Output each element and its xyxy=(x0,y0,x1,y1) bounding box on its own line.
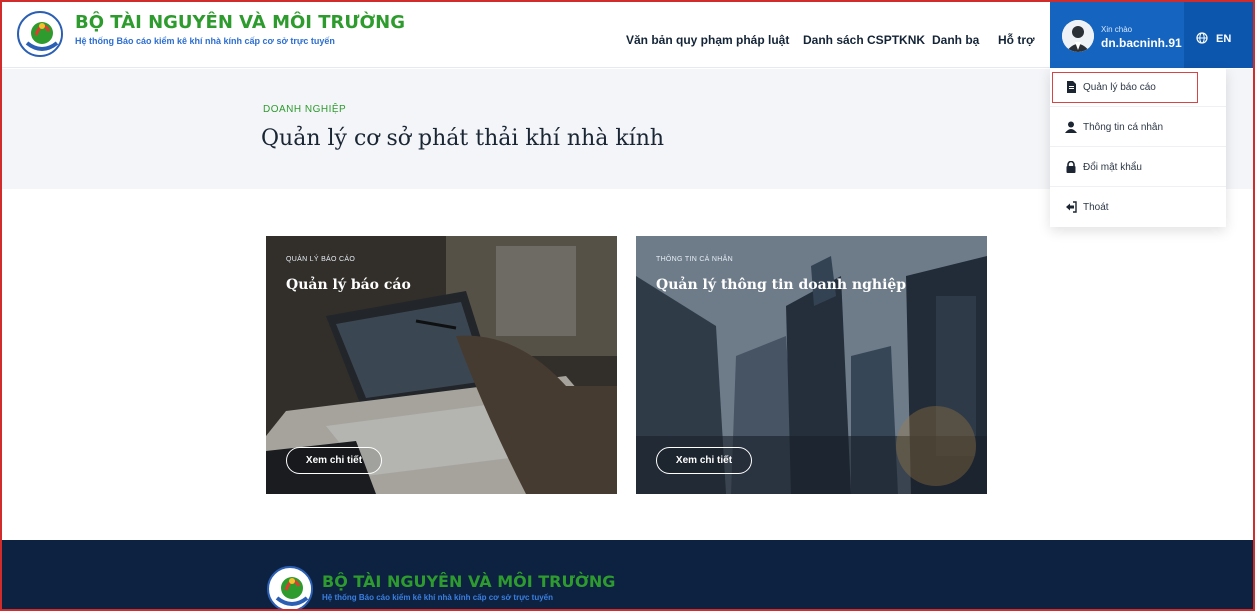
menu-item-label: Quản lý báo cáo xyxy=(1083,82,1156,93)
menu-item-label: Thoát xyxy=(1083,202,1109,213)
brand-title: BỘ TÀI NGUYÊN VÀ MÔI TRƯỜNG xyxy=(75,12,406,33)
card-kicker: QUẢN LÝ BÁO CÁO xyxy=(286,256,356,263)
menu-item-change-password[interactable]: Đổi mật khẩu xyxy=(1050,148,1226,187)
site-footer: BỘ TÀI NGUYÊN VÀ MÔI TRƯỜNG Hệ thống Báo… xyxy=(0,540,1255,611)
nav-item-legal-documents[interactable]: Văn bản quy phạm pháp luật xyxy=(626,33,789,47)
view-details-button[interactable]: Xem chi tiết xyxy=(656,447,752,474)
nav-item-facility-list[interactable]: Danh sách CSPTKNK xyxy=(803,33,925,47)
site-header: BỘ TÀI NGUYÊN VÀ MÔI TRƯỜNG Hệ thống Báo… xyxy=(0,0,1255,68)
menu-item-report-management[interactable]: Quản lý báo cáo xyxy=(1050,68,1226,107)
nav-item-support[interactable]: Hỗ trợ xyxy=(998,33,1035,47)
footer-subtitle: Hệ thống Báo cáo kiểm kê khí nhà kính cấ… xyxy=(322,593,554,602)
menu-item-label: Đổi mật khẩu xyxy=(1083,162,1142,173)
globe-icon xyxy=(1196,32,1208,44)
user-dropdown-menu: Quản lý báo cáo Thông tin cá nhân Đổi mậ… xyxy=(1050,68,1226,227)
page-title: Quản lý cơ sở phát thải khí nhà kính xyxy=(261,126,665,151)
nav-item-directory[interactable]: Danh bạ xyxy=(932,33,979,47)
footer-title: BỘ TÀI NGUYÊN VÀ MÔI TRƯỜNG xyxy=(322,572,616,591)
card-report-management[interactable]: QUẢN LÝ BÁO CÁO Quản lý báo cáo Xem chi … xyxy=(266,236,617,494)
avatar xyxy=(1062,20,1094,52)
view-details-button[interactable]: Xem chi tiết xyxy=(286,447,382,474)
brand-subtitle: Hệ thống Báo cáo kiểm kê khí nhà kính cấ… xyxy=(75,36,335,46)
menu-item-personal-info[interactable]: Thông tin cá nhân xyxy=(1050,108,1226,147)
footer-logo xyxy=(267,566,313,611)
footer-brand: BỘ TÀI NGUYÊN VÀ MÔI TRƯỜNG Hệ thống Báo… xyxy=(322,572,615,602)
menu-item-logout[interactable]: Thoát xyxy=(1050,188,1226,227)
card-kicker: THÔNG TIN CÁ NHÂN xyxy=(656,256,733,263)
hero-kicker: DOANH NGHIỆP xyxy=(263,104,347,115)
user-menu-toggle[interactable]: Xin chào dn.bacninh.91 xyxy=(1050,0,1184,68)
user-name: dn.bacninh.91 xyxy=(1101,36,1182,50)
ministry-logo[interactable] xyxy=(17,11,63,57)
card-business-info[interactable]: THÔNG TIN CÁ NHÂN Quản lý thông tin doan… xyxy=(636,236,987,494)
language-label: EN xyxy=(1216,33,1232,45)
language-switch[interactable]: EN xyxy=(1184,0,1255,68)
user-greeting: Xin chào xyxy=(1101,25,1133,34)
logout-icon xyxy=(1066,201,1077,213)
brand-block[interactable]: BỘ TÀI NGUYÊN VÀ MÔI TRƯỜNG Hệ thống Báo… xyxy=(75,12,405,46)
lock-icon xyxy=(1066,161,1076,173)
card-title: Quản lý thông tin doanh nghiệp xyxy=(656,277,907,293)
card-title: Quản lý báo cáo xyxy=(286,277,411,293)
document-icon xyxy=(1067,81,1076,93)
user-icon xyxy=(1065,121,1077,133)
menu-item-label: Thông tin cá nhân xyxy=(1083,122,1164,133)
